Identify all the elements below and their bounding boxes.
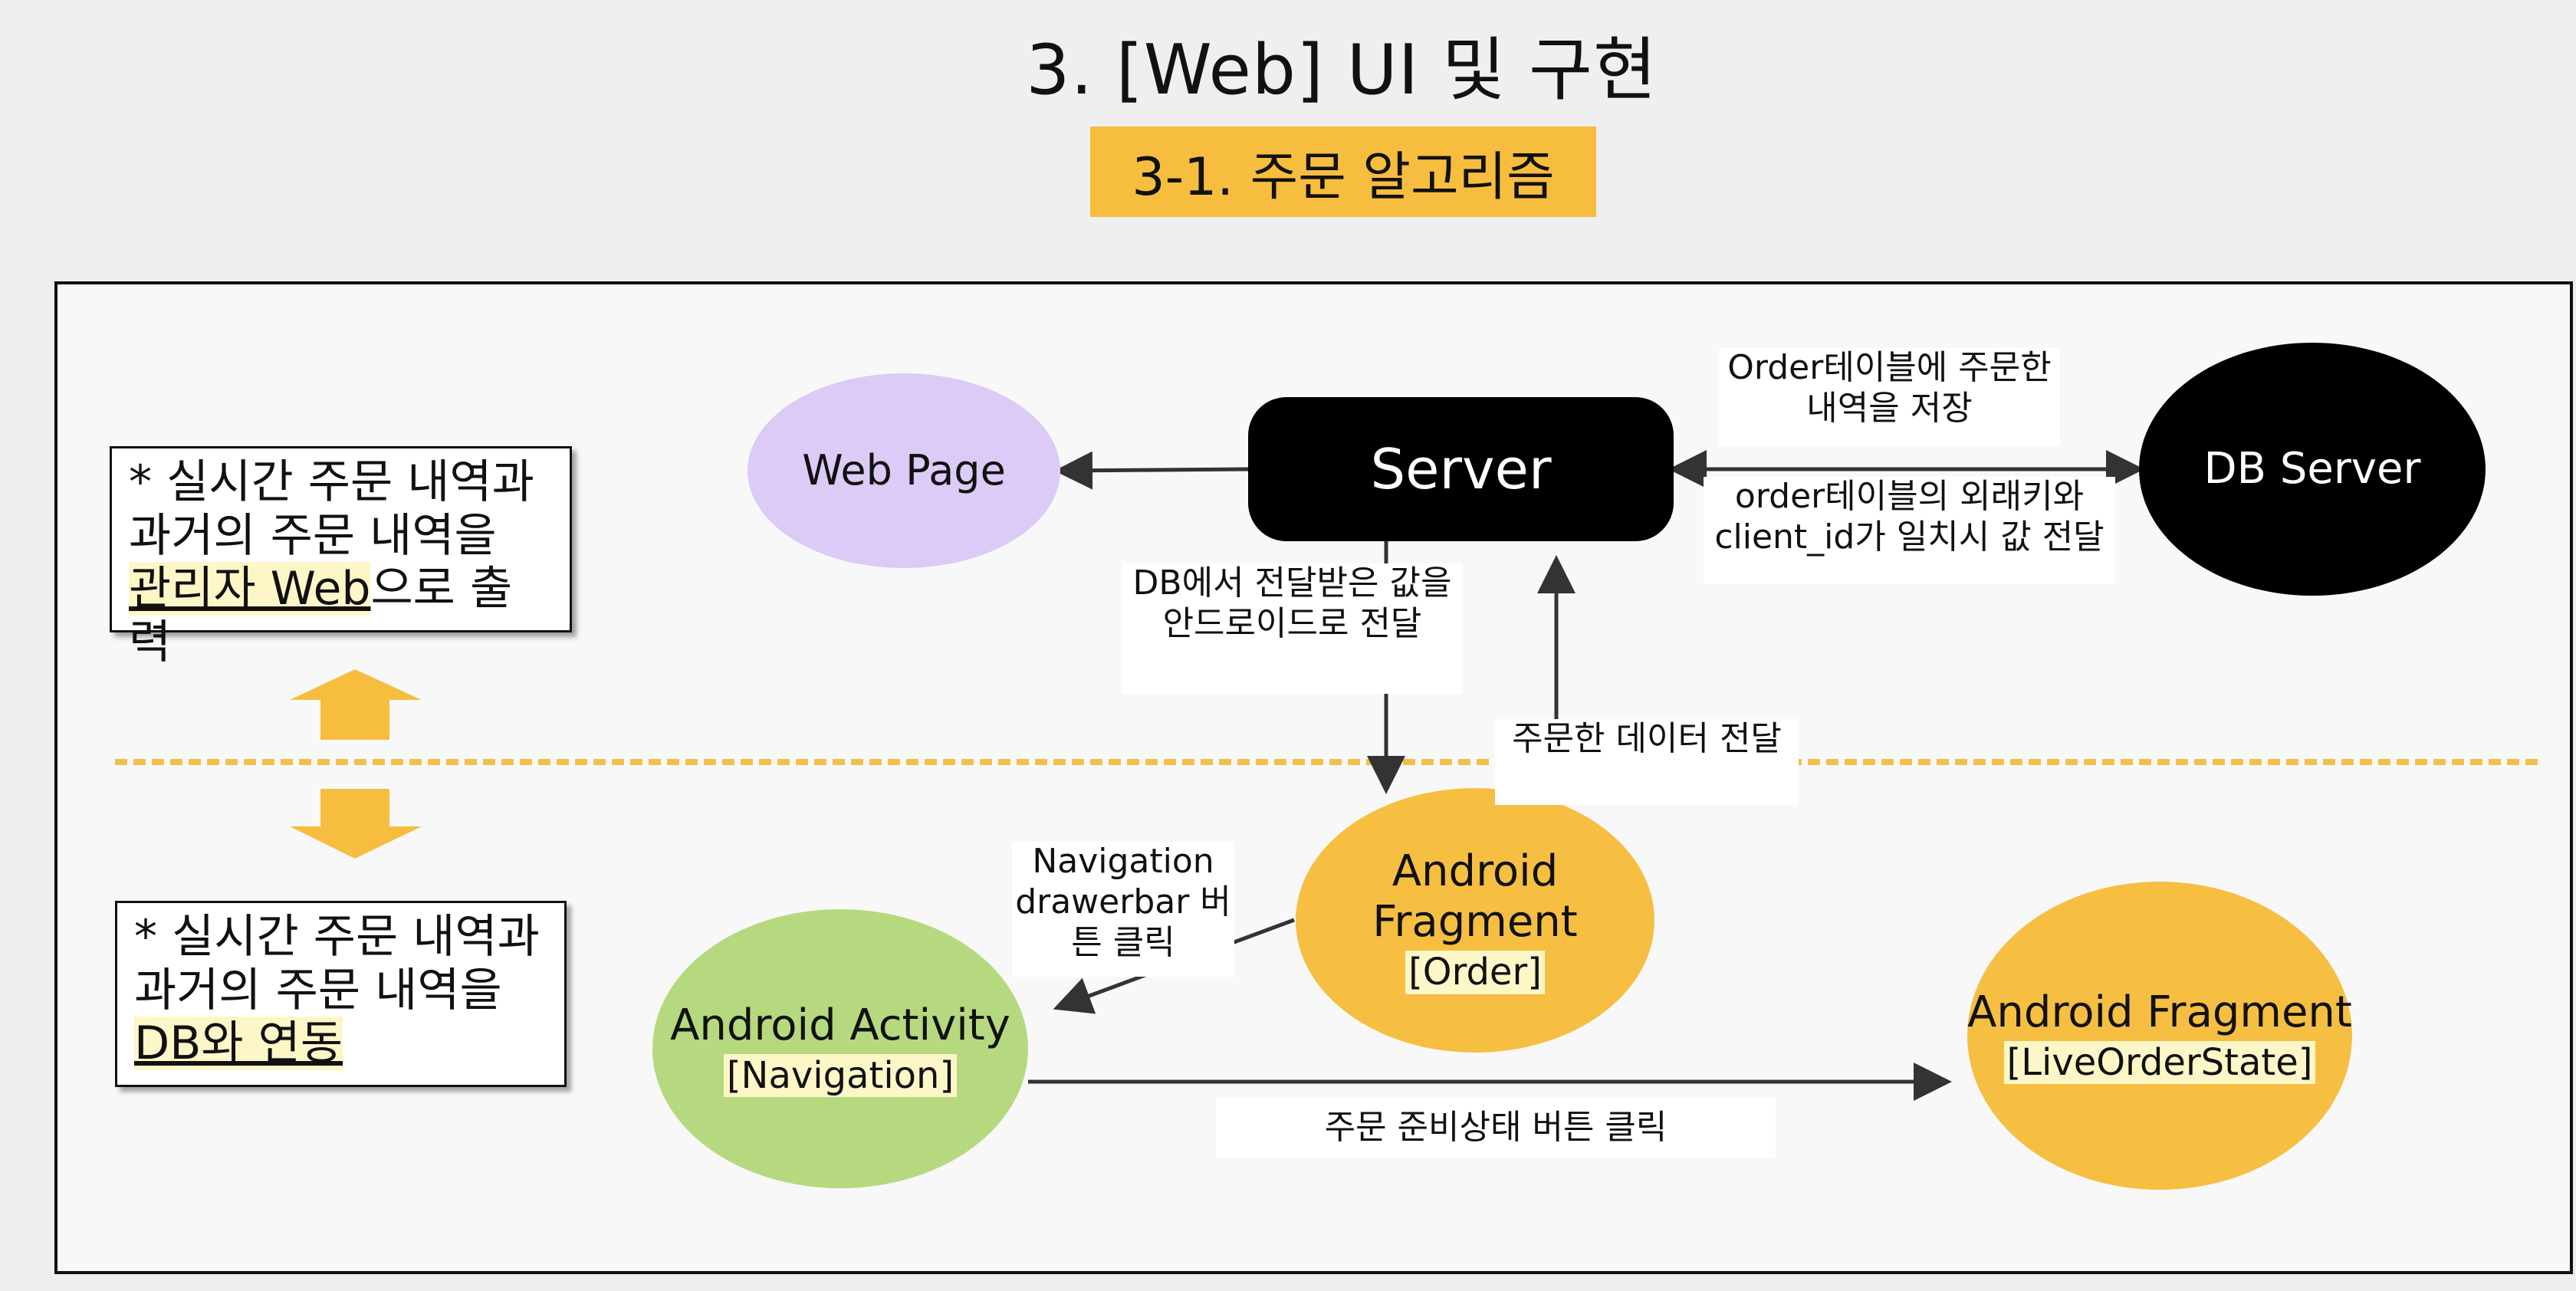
label-order-data: 주문한 데이터 전달 xyxy=(1495,719,1799,805)
arrow-server-to-webpage xyxy=(1054,451,1249,490)
fragment-live-title: Android Fragment xyxy=(1967,987,2352,1037)
web-page-node: Web Page xyxy=(748,373,1060,568)
note-db-text: * 실시간 주문 내역과 과거의 주문 내역을 xyxy=(134,910,540,1017)
note-db-highlight: DB와 연동 xyxy=(134,1017,343,1071)
fragment-live-node: Android Fragment [LiveOrderState] xyxy=(1967,882,2352,1190)
down-arrow-icon xyxy=(290,789,422,859)
activity-tag: [Navigation] xyxy=(723,1053,958,1098)
label-nav-click: Navigation drawerbar 버튼 클릭 xyxy=(1012,842,1234,977)
web-page-label: Web Page xyxy=(802,446,1006,495)
note-web-highlight: 관리자 Web xyxy=(129,562,371,616)
up-arrow-icon xyxy=(290,669,422,740)
note-db-link: * 실시간 주문 내역과 과거의 주문 내역을 DB와 연동 xyxy=(115,901,567,1087)
server-node: Server xyxy=(1248,397,1674,541)
note-admin-web: * 실시간 주문 내역과 과거의 주문 내역을 관리자 Web으로 출력 xyxy=(110,446,572,668)
fragment-order-node: Android Fragment [Order] xyxy=(1296,788,1654,1053)
fragment-order-title: Android Fragment xyxy=(1372,846,1578,948)
fragment-live-tag: [LiveOrderState] xyxy=(2003,1040,2316,1085)
server-label: Server xyxy=(1370,437,1552,501)
label-db-to-android: DB에서 전달받은 값을 안드로이드로 전달 xyxy=(1122,563,1463,694)
fragment-order-tag: [Order] xyxy=(1405,951,1545,994)
db-server-label: DB Server xyxy=(2203,443,2421,494)
note-web-text: * 실시간 주문 내역과 과거의 주문 내역을 xyxy=(129,455,534,563)
label-fk-match: order테이블의 외래키와 client_id가 일치시 값 전달 xyxy=(1704,477,2115,584)
db-server-node: DB Server xyxy=(2139,343,2486,596)
activity-navigation-node: Android Activity [Navigation] xyxy=(652,909,1028,1188)
activity-title: Android Activity xyxy=(670,1000,1010,1050)
label-order-save: Order테이블에 주문한 내역을 저장 xyxy=(1719,348,2060,446)
label-ready-click: 주문 준비상태 버튼 클릭 xyxy=(1216,1098,1776,1158)
